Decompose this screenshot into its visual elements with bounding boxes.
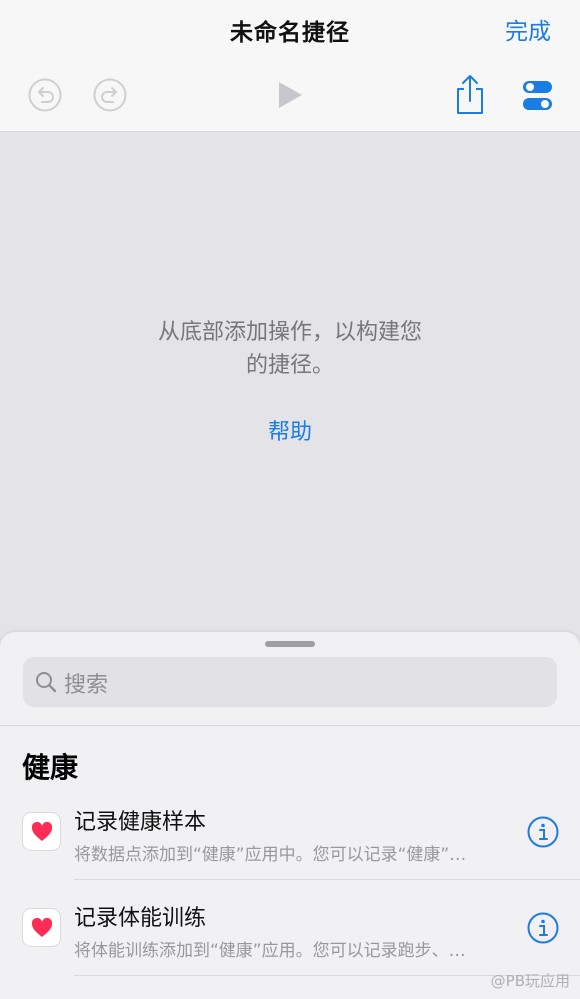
- action-subtitle: 将体能训练添加到“健康”应用。您可以记录跑步、…: [74, 941, 466, 961]
- actions-bottom-sheet: 搜索 健康 记录健康样本 将数据点添加到“健康”应用中。您可以记录“健康”… 记…: [0, 632, 580, 999]
- watermark: @PB玩应用: [490, 972, 570, 990]
- divider: [0, 725, 580, 726]
- empty-state-line-1: 从底部添加操作，以构建您: [157, 320, 422, 345]
- done-button[interactable]: 完成: [505, 12, 551, 46]
- page-title: 未命名捷径: [230, 20, 350, 46]
- undo-icon[interactable]: [28, 78, 62, 116]
- search-input[interactable]: 搜索: [23, 657, 557, 707]
- health-app-icon: [22, 812, 61, 851]
- empty-state-line-2: 的捷径。: [245, 353, 334, 378]
- info-icon[interactable]: [527, 816, 559, 848]
- top-navigation-bar: 未命名捷径 完成: [0, 0, 580, 132]
- play-icon[interactable]: [275, 80, 305, 114]
- info-icon[interactable]: [527, 912, 559, 944]
- heart-icon: [31, 918, 53, 937]
- search-placeholder: 搜索: [64, 673, 109, 698]
- share-icon[interactable]: [454, 74, 486, 120]
- section-title-health: 健康: [22, 751, 79, 784]
- help-link[interactable]: 帮助: [0, 414, 580, 446]
- redo-icon[interactable]: [93, 78, 127, 116]
- empty-state-message: 从底部添加操作，以构建您 的捷径。: [90, 316, 490, 382]
- action-title: 记录健康样本: [74, 810, 207, 835]
- row-divider: [74, 879, 580, 880]
- heart-icon: [31, 822, 53, 841]
- sheet-grabber-handle[interactable]: [265, 641, 315, 647]
- action-item-log-health-sample[interactable]: 记录健康样本 将数据点添加到“健康”应用中。您可以记录“健康”…: [0, 802, 580, 892]
- search-icon: [35, 671, 57, 697]
- action-subtitle: 将数据点添加到“健康”应用中。您可以记录“健康”…: [74, 845, 467, 865]
- action-title: 记录体能训练: [74, 906, 207, 931]
- health-app-icon: [22, 908, 61, 947]
- settings-toggle-icon[interactable]: [522, 79, 554, 117]
